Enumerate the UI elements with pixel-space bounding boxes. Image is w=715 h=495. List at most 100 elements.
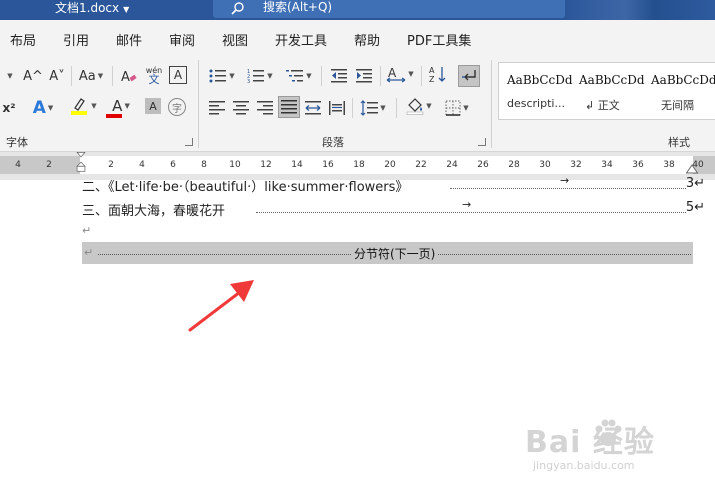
line-spacing-button[interactable]: ▼ [356, 98, 390, 118]
increase-indent-button[interactable] [353, 66, 375, 86]
align-center-icon [233, 101, 249, 115]
tab-pdf-tools[interactable]: PDF工具集 [407, 30, 471, 49]
change-case-button[interactable]: Aa ▼ [76, 66, 106, 86]
separator [352, 98, 353, 118]
show-hide-marks-button[interactable] [458, 65, 480, 87]
align-right-button[interactable] [254, 98, 276, 118]
ruler-tick-label: 4 [139, 160, 145, 170]
chevron-down-icon: ▼ [91, 102, 97, 110]
search-icon [231, 2, 244, 15]
grow-font-icon: A^ [23, 68, 43, 84]
style-sample: AaBbCcDd [507, 73, 573, 87]
document-title[interactable]: 文档1.docx ▼ [55, 0, 129, 20]
paragraph-dialog-launcher-icon[interactable] [478, 138, 486, 146]
chevron-down-icon: ▼ [124, 102, 130, 110]
decrease-indent-button[interactable] [328, 66, 350, 86]
style-name: 无间隔 [661, 99, 694, 112]
chevron-down-icon: ▼ [306, 72, 312, 80]
text-effects-button[interactable]: A ▼ [26, 98, 60, 118]
line-spacing-icon [360, 100, 379, 116]
horizontal-ruler[interactable]: 4 2 2 4 6 8 10 12 14 16 18 20 22 24 26 2… [0, 156, 715, 174]
shrink-font-icon: A˅ [49, 68, 65, 84]
tab-developer[interactable]: 开发工具 [275, 30, 327, 49]
tab-mailings[interactable]: 邮件 [116, 30, 142, 49]
sort-button[interactable]: AZ [427, 64, 449, 84]
ruler-tick-label: 8 [201, 160, 207, 170]
separator [396, 98, 397, 118]
ruler-tick-label: 24 [446, 160, 458, 170]
tab-layout[interactable]: 布局 [10, 30, 36, 49]
font-size-dropdown[interactable]: ▼ [0, 66, 18, 86]
toc-entry[interactable]: 二、《Let·life·be·（beautiful·）like·summer·f… [82, 174, 705, 195]
paragraph-mark: ↵ [82, 224, 92, 237]
numbering-button[interactable]: 123 ▼ [244, 66, 276, 86]
distributed-button[interactable] [302, 98, 324, 118]
shrink-font-button[interactable]: A˅ [46, 66, 68, 86]
bullets-button[interactable]: ▼ [206, 66, 238, 86]
search-box[interactable]: 搜索(Alt+Q) [213, 0, 565, 18]
increase-indent-icon [356, 69, 372, 83]
chevron-down-icon: ▼ [426, 102, 432, 110]
character-shading-button[interactable]: A [145, 98, 161, 114]
right-indent-marker-icon[interactable] [686, 164, 698, 176]
align-center-button[interactable] [230, 98, 252, 118]
align-left-button[interactable] [206, 98, 228, 118]
style-name: ↲ 正文 [585, 99, 620, 112]
indent-marker-icon[interactable] [75, 152, 87, 172]
watermark: Bai 经验 jingyan.baidu.com [525, 417, 685, 477]
svg-text:A: A [121, 70, 130, 84]
ruler-tick-label: 16 [322, 160, 334, 170]
style-description[interactable]: AaBbCcDd descripti... [499, 63, 573, 119]
toc-entry-text: 三、面朝大海，春暖花开 [82, 204, 226, 219]
toc-page-number: 3↵ [685, 176, 705, 191]
phonetic-guide-button[interactable]: wén 文 [143, 62, 165, 88]
document-name: 文档1.docx [55, 1, 120, 15]
multilevel-list-button[interactable]: ▼ [282, 66, 316, 86]
toc-entry[interactable]: 三、面朝大海，春暖花开 → 5↵ [82, 198, 705, 219]
search-placeholder: 搜索(Alt+Q) [263, 0, 333, 14]
ruler-tick-label: 32 [570, 160, 582, 170]
section-break-next-page[interactable]: ↵ 分节符(下一页) [82, 242, 693, 264]
ruler-tick-label: 2 [108, 160, 114, 170]
grow-font-button[interactable]: A^ [22, 66, 44, 86]
font-dialog-launcher-icon[interactable] [185, 138, 193, 146]
borders-button[interactable]: ▼ [440, 98, 474, 118]
font-color-swatch [106, 114, 122, 118]
watermark-url: jingyan.baidu.com [533, 459, 635, 472]
separator [421, 66, 422, 86]
style-normal[interactable]: AaBbCcDd ↲ 正文 [571, 63, 645, 119]
tab-help[interactable]: 帮助 [354, 30, 380, 49]
style-no-spacing[interactable]: AaBbCcDd 无间隔 [643, 63, 715, 119]
paint-bucket-icon [407, 98, 424, 115]
watermark-brand: Bai 经验 [525, 425, 655, 460]
chevron-down-icon: ▼ [123, 5, 130, 14]
highlight-color-button[interactable]: ▼ [66, 96, 100, 116]
superscript-button[interactable]: x² [0, 98, 18, 118]
style-sample: AaBbCcDd [651, 73, 715, 87]
justify-button[interactable] [278, 96, 300, 118]
tab-arrow-icon: → [462, 198, 472, 211]
toc-leader-dots [450, 188, 686, 189]
separator [321, 66, 322, 86]
paragraph-group-label: 段落 [322, 136, 344, 149]
style-name: descripti... [507, 97, 565, 110]
tab-review[interactable]: 审阅 [169, 30, 195, 49]
distribute-width-button[interactable] [326, 98, 348, 118]
tab-references[interactable]: 引用 [63, 30, 89, 49]
character-border-button[interactable]: A [169, 66, 187, 84]
tab-view[interactable]: 视图 [222, 30, 248, 49]
chevron-down-icon: ▼ [7, 72, 13, 80]
ruler-tick-label: 20 [384, 160, 396, 170]
chevron-down-icon: ▼ [408, 70, 414, 78]
chinese-layout-button[interactable]: A ▼ [384, 64, 416, 84]
clear-formatting-button[interactable]: A [118, 66, 140, 86]
separator [112, 66, 113, 86]
annotation-arrow-icon [188, 280, 254, 332]
enclose-characters-button[interactable]: 字 [168, 98, 186, 116]
shading-button[interactable]: ▼ [402, 96, 436, 116]
ruler-tick-label: 2 [46, 160, 52, 170]
bullets-icon [209, 69, 227, 83]
phonetic-char: 文 [148, 73, 160, 86]
font-color-icon: A [112, 97, 123, 115]
font-color-button[interactable]: A ▼ [104, 96, 138, 116]
